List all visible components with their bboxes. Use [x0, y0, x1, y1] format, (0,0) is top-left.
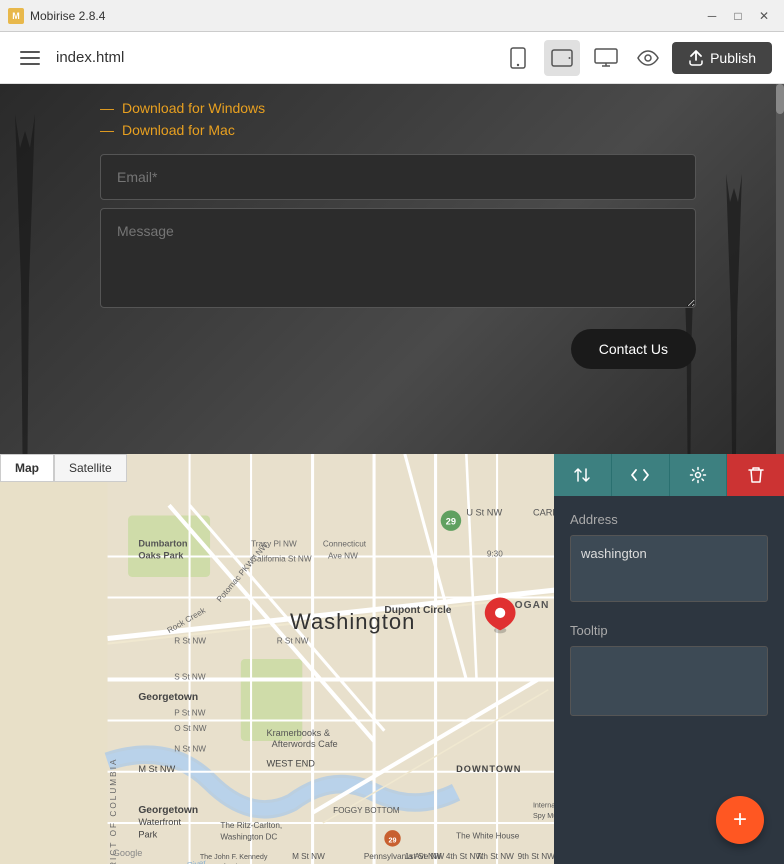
- svg-text:Connecticut: Connecticut: [323, 539, 367, 548]
- tooltip-label: Tooltip: [570, 623, 768, 638]
- message-input[interactable]: [100, 208, 696, 308]
- publish-button[interactable]: Publish: [672, 42, 772, 74]
- svg-text:Ave NW: Ave NW: [328, 552, 358, 561]
- maximize-button[interactable]: □: [726, 6, 750, 26]
- svg-text:Oaks Park: Oaks Park: [138, 551, 184, 561]
- svg-text:California St NW: California St NW: [251, 555, 312, 564]
- code-tool-button[interactable]: [612, 454, 670, 496]
- svg-text:The White House: The White House: [456, 831, 520, 840]
- mobile-view-button[interactable]: [500, 40, 536, 76]
- close-button[interactable]: ✕: [752, 6, 776, 26]
- app-title-text: Mobirise 2.8.4: [30, 9, 105, 23]
- minimize-button[interactable]: ─: [700, 6, 724, 26]
- swap-tool-button[interactable]: [554, 454, 612, 496]
- bg-section: — Download for Windows — Download for Ma…: [0, 84, 784, 454]
- svg-text:1st St NW: 1st St NW: [405, 852, 442, 861]
- contact-us-button[interactable]: Contact Us: [571, 329, 696, 369]
- menu-bar: index.html: [0, 32, 784, 84]
- tooltip-input[interactable]: [570, 646, 768, 716]
- map-tabs: Map Satellite: [0, 454, 127, 482]
- settings-tool-button[interactable]: [670, 454, 728, 496]
- download-windows-link[interactable]: — Download for Windows: [100, 100, 696, 116]
- svg-text:Georgetown: Georgetown: [138, 692, 198, 703]
- svg-text:Google: Google: [113, 848, 143, 858]
- svg-text:9th St NW: 9th St NW: [518, 852, 556, 861]
- svg-text:O St NW: O St NW: [174, 724, 207, 733]
- address-label: Address: [570, 512, 768, 527]
- toolbar-icons: [500, 40, 624, 76]
- delete-tool-button[interactable]: [727, 454, 784, 496]
- hamburger-menu[interactable]: [12, 40, 48, 76]
- desktop-view-button[interactable]: [588, 40, 624, 76]
- download-windows-text[interactable]: Download for Windows: [122, 100, 265, 116]
- publish-section: Publish: [632, 42, 772, 74]
- washington-map-label: Washington: [290, 609, 415, 635]
- svg-text:Kramerbooks &: Kramerbooks &: [266, 728, 330, 738]
- add-fab-button[interactable]: +: [716, 796, 764, 844]
- content-area: — Download for Windows — Download for Ma…: [0, 84, 776, 385]
- svg-text:Park: Park: [138, 829, 157, 839]
- svg-text:WEST END: WEST END: [266, 759, 315, 769]
- svg-text:Dumbarton: Dumbarton: [138, 538, 188, 548]
- svg-text:The Ritz-Carlton,: The Ritz-Carlton,: [220, 821, 282, 830]
- download-mac-text[interactable]: Download for Mac: [122, 122, 235, 138]
- download-mac-link[interactable]: — Download for Mac: [100, 122, 696, 138]
- svg-text:Waterfront: Waterfront: [138, 817, 181, 827]
- tablet-view-button[interactable]: [544, 40, 580, 76]
- svg-text:29: 29: [446, 517, 456, 527]
- svg-text:The John F. Kennedy: The John F. Kennedy: [200, 853, 268, 861]
- svg-text:P St NW: P St NW: [174, 708, 206, 717]
- svg-text:Afterwords Cafe: Afterwords Cafe: [272, 739, 338, 749]
- main-content: — Download for Windows — Download for Ma…: [0, 84, 784, 864]
- svg-text:29: 29: [389, 836, 397, 844]
- file-name: index.html: [56, 49, 500, 66]
- svg-text:FOGGY BOTTOM: FOGGY BOTTOM: [333, 806, 400, 815]
- svg-text:M St NW: M St NW: [138, 764, 175, 774]
- svg-text:9:30: 9:30: [487, 550, 503, 559]
- scrollbar-thumb[interactable]: [776, 84, 784, 114]
- scrollbar-track[interactable]: [776, 84, 784, 454]
- map-tab-satellite[interactable]: Satellite: [54, 454, 127, 482]
- panel-toolbar: [554, 454, 784, 496]
- svg-text:S St NW: S St NW: [174, 673, 206, 682]
- address-input[interactable]: [570, 535, 768, 602]
- map-tab-map[interactable]: Map: [0, 454, 54, 482]
- preview-button[interactable]: [632, 42, 664, 74]
- map-section: Map Satellite: [0, 454, 784, 864]
- window-controls: ─ □ ✕: [700, 6, 776, 26]
- app-icon: M: [8, 8, 24, 24]
- email-input[interactable]: [100, 154, 696, 200]
- svg-text:R St NW: R St NW: [174, 637, 206, 646]
- svg-text:N St NW: N St NW: [174, 744, 206, 753]
- svg-text:Washington DC: Washington DC: [220, 832, 277, 841]
- svg-text:R St NW: R St NW: [277, 637, 309, 646]
- svg-text:U St NW: U St NW: [466, 508, 502, 518]
- title-bar: M Mobirise 2.8.4 ─ □ ✕: [0, 0, 784, 32]
- title-bar-left: M Mobirise 2.8.4: [8, 8, 105, 24]
- svg-text:M St NW: M St NW: [292, 852, 325, 861]
- svg-text:Tracy Pl NW: Tracy Pl NW: [251, 539, 297, 548]
- svg-text:Georgetown: Georgetown: [138, 805, 198, 816]
- svg-text:DOWNTOWN: DOWNTOWN: [456, 764, 521, 774]
- svg-text:7th St NW: 7th St NW: [477, 852, 515, 861]
- download-links: — Download for Windows — Download for Ma…: [100, 100, 696, 138]
